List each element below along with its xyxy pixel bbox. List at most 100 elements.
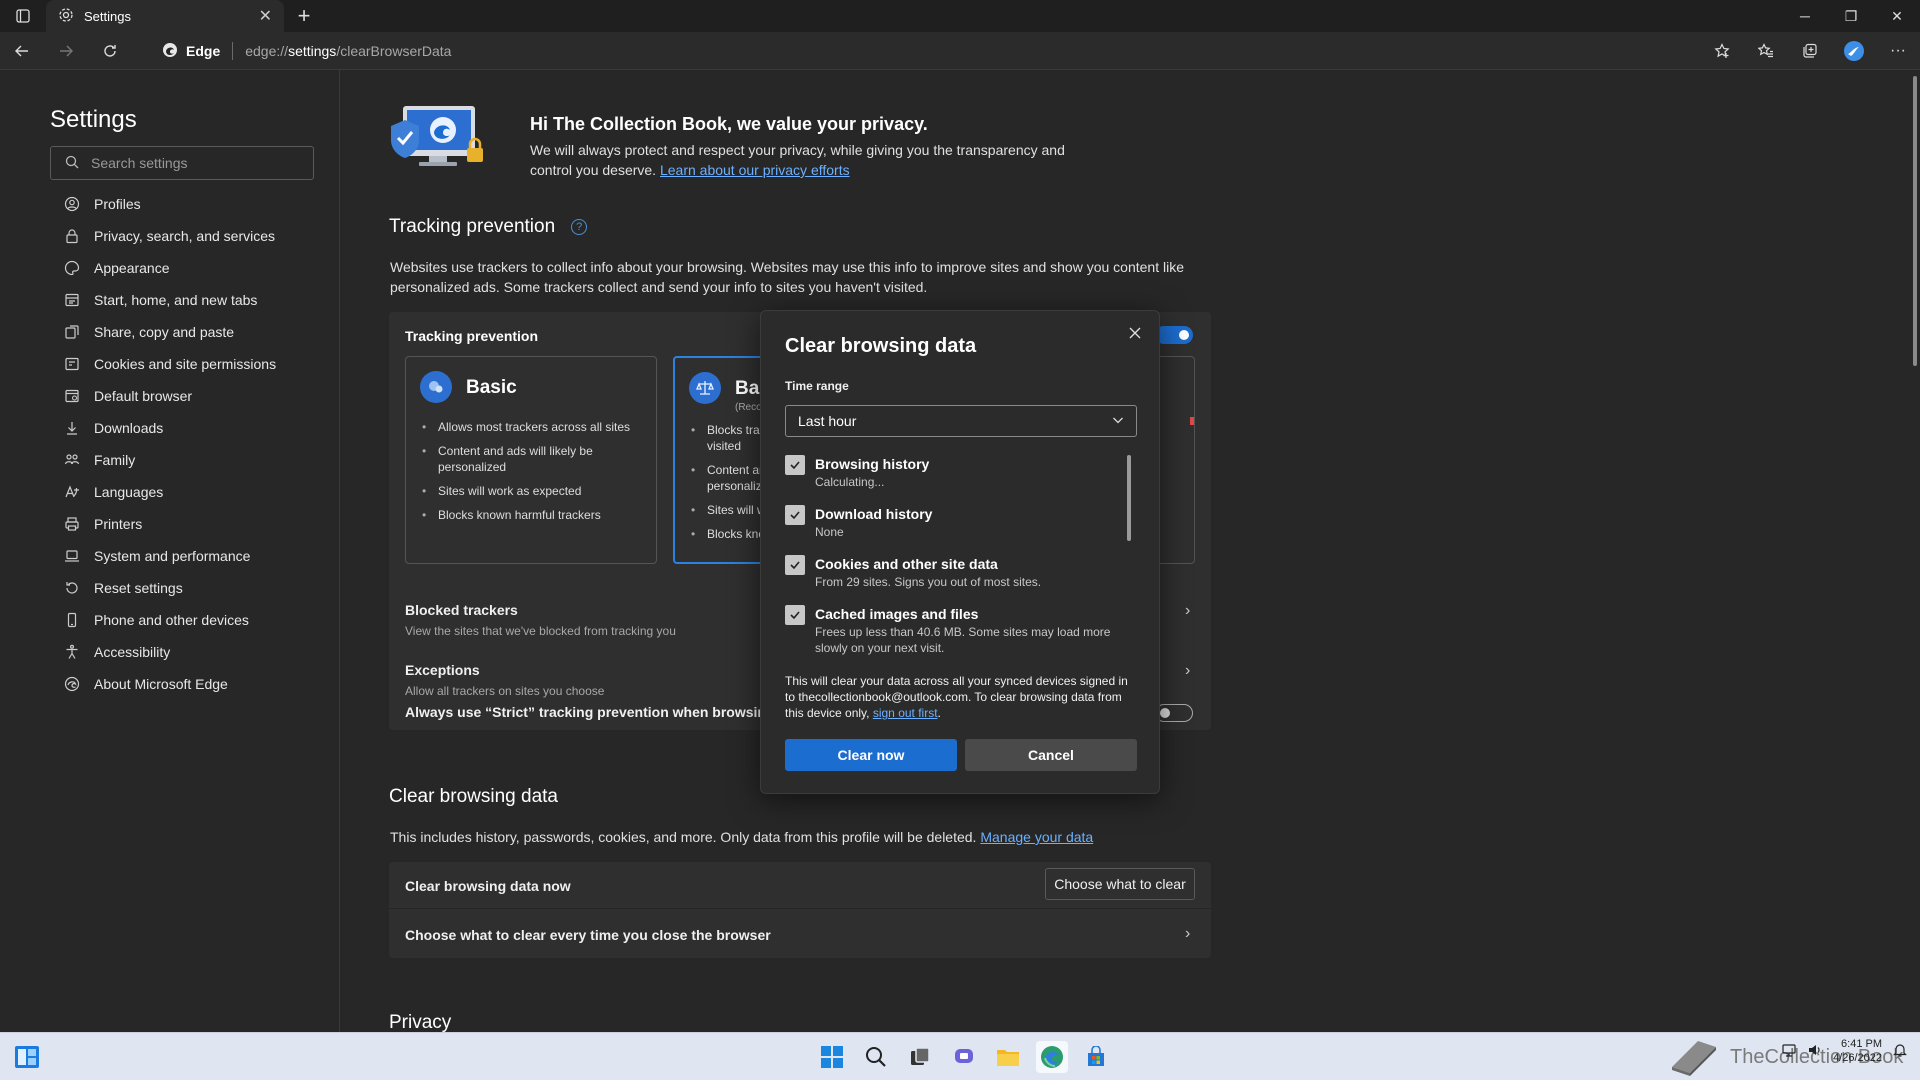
edge-taskbar-icon[interactable] <box>1036 1041 1068 1073</box>
cancel-button[interactable]: Cancel <box>965 739 1137 771</box>
address-bar[interactable]: Edge edge://settings/clearBrowserData <box>150 36 1710 66</box>
notifications-icon[interactable] <box>1892 1042 1908 1061</box>
clock[interactable]: 6:41 PM 4/26/2022 <box>1833 1037 1882 1065</box>
chat-icon[interactable] <box>948 1041 980 1073</box>
sidebar-item-system[interactable]: System and performance <box>50 540 320 572</box>
privacy-efforts-link[interactable]: Learn about our privacy efforts <box>660 162 850 178</box>
page-scrollbar[interactable] <box>1910 70 1920 1032</box>
url-path: /clearBrowserData <box>336 43 452 59</box>
sidebar-item-accessibility[interactable]: Accessibility <box>50 636 320 668</box>
sidebar-item-profiles[interactable]: Profiles <box>50 188 320 220</box>
sidebar-item-printers[interactable]: Printers <box>50 508 320 540</box>
download-history-checkbox[interactable] <box>785 505 805 525</box>
sidebar-item-languages[interactable]: Languages <box>50 476 320 508</box>
store-icon[interactable] <box>1080 1041 1112 1073</box>
phone-icon <box>67 612 77 628</box>
edge-icon <box>162 42 178 61</box>
search-icon[interactable] <box>860 1041 892 1073</box>
more-options-icon[interactable]: ··· <box>1876 32 1920 70</box>
scrollbar-thumb[interactable] <box>1913 76 1917 366</box>
basic-level-icon <box>420 371 452 403</box>
choose-what-to-clear-button[interactable]: Choose what to clear <box>1045 868 1195 900</box>
profile-avatar[interactable] <box>1832 32 1876 70</box>
sidebar-item-family[interactable]: Family <box>50 444 320 476</box>
widgets-icon[interactable] <box>14 1045 40 1074</box>
add-favorite-icon[interactable] <box>1700 32 1744 70</box>
tracking-heading-text: Tracking prevention <box>389 216 556 237</box>
item-title: Browsing history <box>815 456 930 472</box>
manage-your-data-link[interactable]: Manage your data <box>980 829 1093 845</box>
sidebar-item-label: Accessibility <box>94 644 171 660</box>
sidebar-item-label: Reset settings <box>94 580 183 596</box>
item-subtitle: None <box>815 525 844 539</box>
clear-on-close-row-label[interactable]: Choose what to clear every time you clos… <box>405 927 771 943</box>
sidebar-item-privacy[interactable]: Privacy, search, and services <box>50 220 320 252</box>
workspaces-icon[interactable] <box>0 0 46 32</box>
clock-date: 4/26/2022 <box>1833 1052 1882 1064</box>
item-title: Download history <box>815 506 933 522</box>
dialog-scrollbar-thumb[interactable] <box>1127 455 1131 541</box>
sidebar-item-default-browser[interactable]: Default browser <box>50 380 320 412</box>
task-view-icon[interactable] <box>904 1041 936 1073</box>
sidebar-item-label: Printers <box>94 516 143 532</box>
help-icon[interactable]: ? <box>571 218 588 235</box>
share-icon <box>65 325 79 339</box>
exceptions-title[interactable]: Exceptions <box>405 662 480 678</box>
time-range-select[interactable]: Last hour <box>785 405 1137 437</box>
family-icon <box>64 454 80 465</box>
clear-browsing-description-text: This includes history, passwords, cookie… <box>390 829 977 845</box>
sign-out-first-link[interactable]: sign out first <box>873 706 938 720</box>
dialog-title: Clear browsing data <box>785 335 977 357</box>
blocked-trackers-title[interactable]: Blocked trackers <box>405 602 518 618</box>
favorites-icon[interactable] <box>1744 32 1788 70</box>
tracking-card-title: Tracking prevention <box>405 328 539 344</box>
sidebar-item-label: Cookies and site permissions <box>94 356 277 372</box>
browsing-history-checkbox[interactable] <box>785 455 805 475</box>
restore-icon[interactable]: ❐ <box>1828 0 1874 32</box>
sidebar-item-appearance[interactable]: Appearance <box>50 252 320 284</box>
forward-button[interactable] <box>44 32 88 70</box>
sidebar-item-start-home[interactable]: Start, home, and new tabs <box>50 284 320 316</box>
minimize-icon[interactable]: ─ <box>1782 0 1828 32</box>
file-explorer-icon[interactable] <box>992 1041 1024 1073</box>
edge-window: Settings ✕ + ─ ❐ ✕ Edge edge:// settings… <box>0 0 1920 1080</box>
sidebar-item-reset[interactable]: Reset settings <box>50 572 320 604</box>
sidebar-item-share-copy[interactable]: Share, copy and paste <box>50 316 320 348</box>
sidebar-item-cookies[interactable]: Cookies and site permissions <box>50 348 320 380</box>
list-item: Allows most trackers across all sites <box>422 419 638 435</box>
time-range-label: Time range <box>785 379 849 393</box>
sidebar-item-label: Privacy, search, and services <box>94 228 276 244</box>
sidebar-item-phone[interactable]: Phone and other devices <box>50 604 320 636</box>
tracking-prevention-toggle[interactable] <box>1155 326 1193 344</box>
close-icon[interactable] <box>1123 321 1147 345</box>
item-subtitle: Frees up less than 40.6 MB. Some sites m… <box>815 625 1111 655</box>
cached-files-checkbox[interactable] <box>785 605 805 625</box>
download-icon <box>67 422 77 435</box>
chevron-right-icon[interactable]: › <box>1185 602 1190 620</box>
refresh-button[interactable] <box>88 32 132 70</box>
sidebar-nav: Profiles Privacy, search, and services A… <box>50 188 320 700</box>
edge-badge[interactable]: Edge <box>150 42 232 61</box>
reset-icon <box>66 582 78 594</box>
sidebar-item-label: System and performance <box>94 548 251 564</box>
chevron-right-icon[interactable]: › <box>1185 662 1190 680</box>
tab-settings[interactable]: Settings ✕ <box>46 0 284 32</box>
close-window-icon[interactable]: ✕ <box>1874 0 1920 32</box>
sidebar-item-downloads[interactable]: Downloads <box>50 412 320 444</box>
new-tab-button[interactable]: + <box>284 0 324 32</box>
collections-icon[interactable] <box>1788 32 1832 70</box>
start-icon[interactable] <box>816 1041 848 1073</box>
tracking-level-basic[interactable]: Basic Allows most trackers across all si… <box>405 356 657 564</box>
search-settings-input[interactable]: Search settings <box>50 146 314 180</box>
clear-now-button[interactable]: Clear now <box>785 739 957 771</box>
cookies-checkbox[interactable] <box>785 555 805 575</box>
sidebar-item-about[interactable]: About Microsoft Edge <box>50 668 320 700</box>
network-icon[interactable] <box>1781 1042 1797 1061</box>
volume-icon[interactable] <box>1807 1042 1823 1061</box>
chevron-right-icon[interactable]: › <box>1185 925 1190 943</box>
chevron-down-icon <box>1112 413 1124 429</box>
sync-warning: This will clear your data across all you… <box>785 673 1137 721</box>
back-button[interactable] <box>0 32 44 70</box>
strict-inprivate-toggle[interactable] <box>1155 704 1193 722</box>
close-tab-icon[interactable]: ✕ <box>259 6 272 26</box>
